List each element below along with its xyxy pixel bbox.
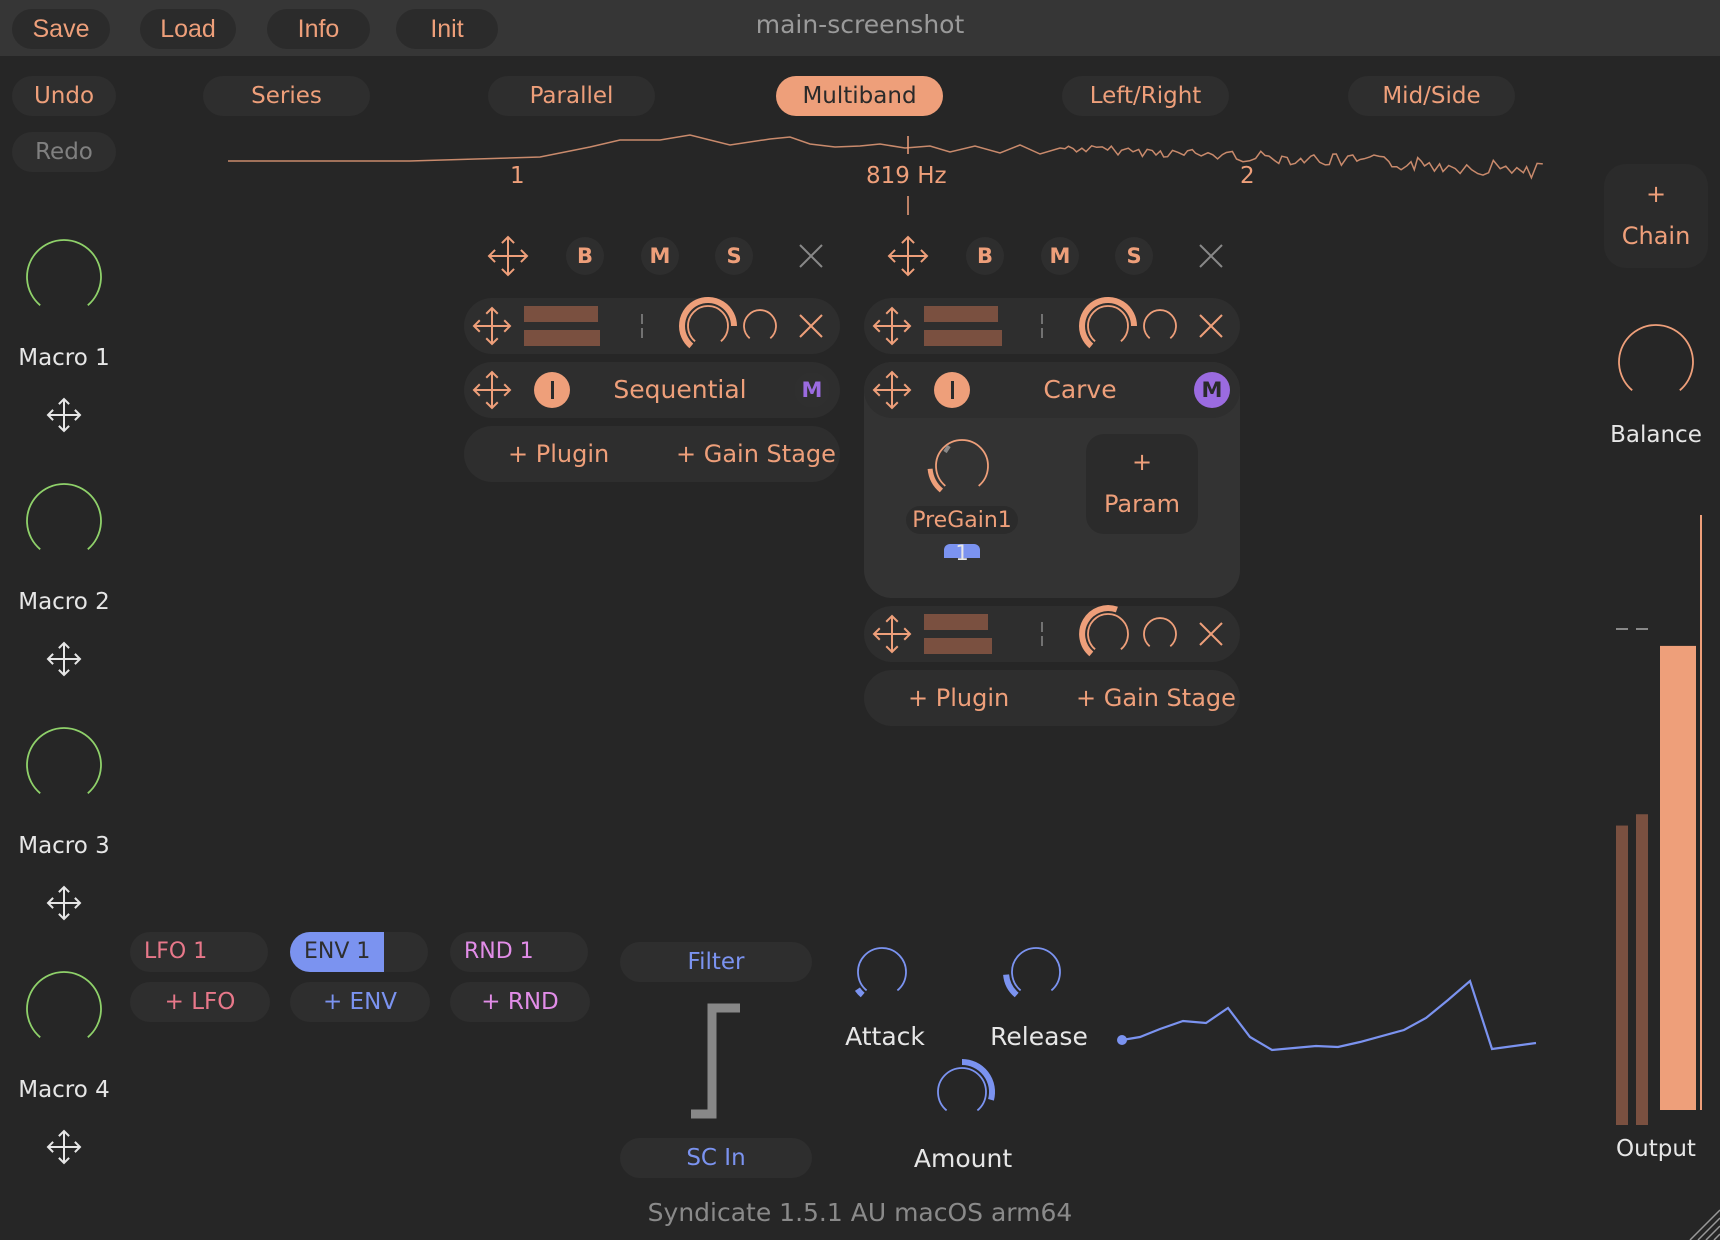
mod-source-lfo-1[interactable]: LFO 1 [130,932,268,972]
band-label-2: 2 [1240,163,1255,189]
band-1-gain-meter-left [524,306,598,322]
version-footer: Syndicate 1.5.1 AU macOS arm64 [647,1198,1073,1227]
macro-1-drag-icon[interactable] [46,397,82,433]
add-mod-source-2-button[interactable]: + ENV [290,982,430,1022]
band-1-gain-stage-row [464,298,840,354]
band-1-add-plugin-button[interactable]: + Plugin [508,440,609,468]
macro-2-label: Macro 2 [18,589,110,615]
band-1-chain-mod-badge[interactable]: M [794,372,830,408]
filter-shape-icon[interactable] [691,1003,740,1119]
spectrum-display[interactable] [0,0,1720,220]
attack-knob[interactable] [854,947,907,998]
band-2-mute-button[interactable]: M [1041,237,1079,275]
amount-knob[interactable] [937,1058,996,1112]
macro-4-drag-icon[interactable] [46,1129,82,1165]
balance-label: Balance [1610,422,1702,448]
band-1-close-icon[interactable] [799,244,823,268]
band-1-move-icon[interactable] [487,235,529,277]
band-2-add-gain-stage-button[interactable]: + Gain Stage [1076,684,1236,712]
pregain-mod-source-badge: 1 [955,541,969,565]
add-mod-source-3-button[interactable]: + RND [450,982,590,1022]
envelope-trace [1121,979,1537,1052]
envelope-playhead-dot [1117,1035,1127,1045]
mod-source-label: ENV 1 [290,932,384,972]
add-chain-label: Chain [1621,222,1691,250]
add-chain-plus: + [1645,180,1667,208]
mod-source-label: LFO 1 [144,939,208,964]
macro-3-drag-icon[interactable] [46,885,82,921]
band-2-solo-button[interactable]: S [1115,237,1153,275]
add-param-label: Param [1103,490,1181,518]
output-meter-bars [1616,515,1702,1125]
band-2-close-icon[interactable] [1199,244,1223,268]
mod-source-rnd-1[interactable]: RND 1 [450,932,588,972]
release-knob[interactable] [1003,947,1061,998]
band-2-bypass-button[interactable]: B [966,237,1004,275]
band-2-output-gain-stage-row [864,606,1240,662]
band-2-chain-mod-badge[interactable]: M [1194,372,1230,408]
band-2-move-icon[interactable] [887,235,929,277]
band-2-add-plugin-button[interactable]: + Plugin [908,684,1009,712]
meter-left-bar [1616,825,1628,1125]
amount-label: Amount [913,1144,1013,1173]
band-2-output-gain-meter-left [924,614,988,630]
meter-output-bar [1660,645,1696,1110]
mod-source-env-1[interactable]: ENV 1 [290,932,428,972]
band-label-1: 1 [510,163,525,189]
pregain-param-label[interactable]: PreGain1 [906,506,1018,534]
macro-4-knob[interactable] [26,971,102,1038]
band-1-chain-name[interactable]: Sequential [560,375,800,404]
band-1-gain-meter-right [524,330,600,346]
macro-3-label: Macro 3 [18,833,110,859]
output-label: Output [1616,1136,1696,1162]
add-param-plus: + [1131,448,1153,476]
macro-1-knob[interactable] [26,239,102,306]
release-label: Release [990,1022,1088,1051]
band-2-output-gain-meter-right [924,638,992,654]
sc-in-button[interactable]: SC In [620,1138,812,1178]
macro-2-knob[interactable] [26,483,102,550]
add-mod-source-1-button[interactable]: + LFO [130,982,270,1022]
band-2-gain-meter-left [924,306,998,322]
filter-button[interactable]: Filter [620,942,812,982]
mod-source-label: RND 1 [464,939,534,964]
macro-2-drag-icon[interactable] [46,641,82,677]
macro-4-label: Macro 4 [18,1077,110,1103]
band-2-gain-meter-right [924,330,1002,346]
meter-right-peak [1636,628,1648,630]
band-1-bypass-button[interactable]: B [566,237,604,275]
meter-left-peak [1616,628,1628,630]
band-2-chain-name[interactable]: Carve [960,375,1200,404]
macro-1-label: Macro 1 [18,345,110,371]
band-1-add-gain-stage-button[interactable]: + Gain Stage [676,440,836,468]
meter-right-bar [1636,814,1648,1125]
attack-label: Attack [845,1022,925,1051]
balance-knob[interactable] [1618,324,1694,391]
band-1-mute-button[interactable]: M [641,237,679,275]
crossover-frequency-label[interactable]: 819 Hz [866,163,947,189]
band-2-gain-stage-row [864,298,1240,354]
band-1-solo-button[interactable]: S [715,237,753,275]
macro-3-knob[interactable] [26,727,102,794]
meter-output-slider [1700,515,1702,1110]
